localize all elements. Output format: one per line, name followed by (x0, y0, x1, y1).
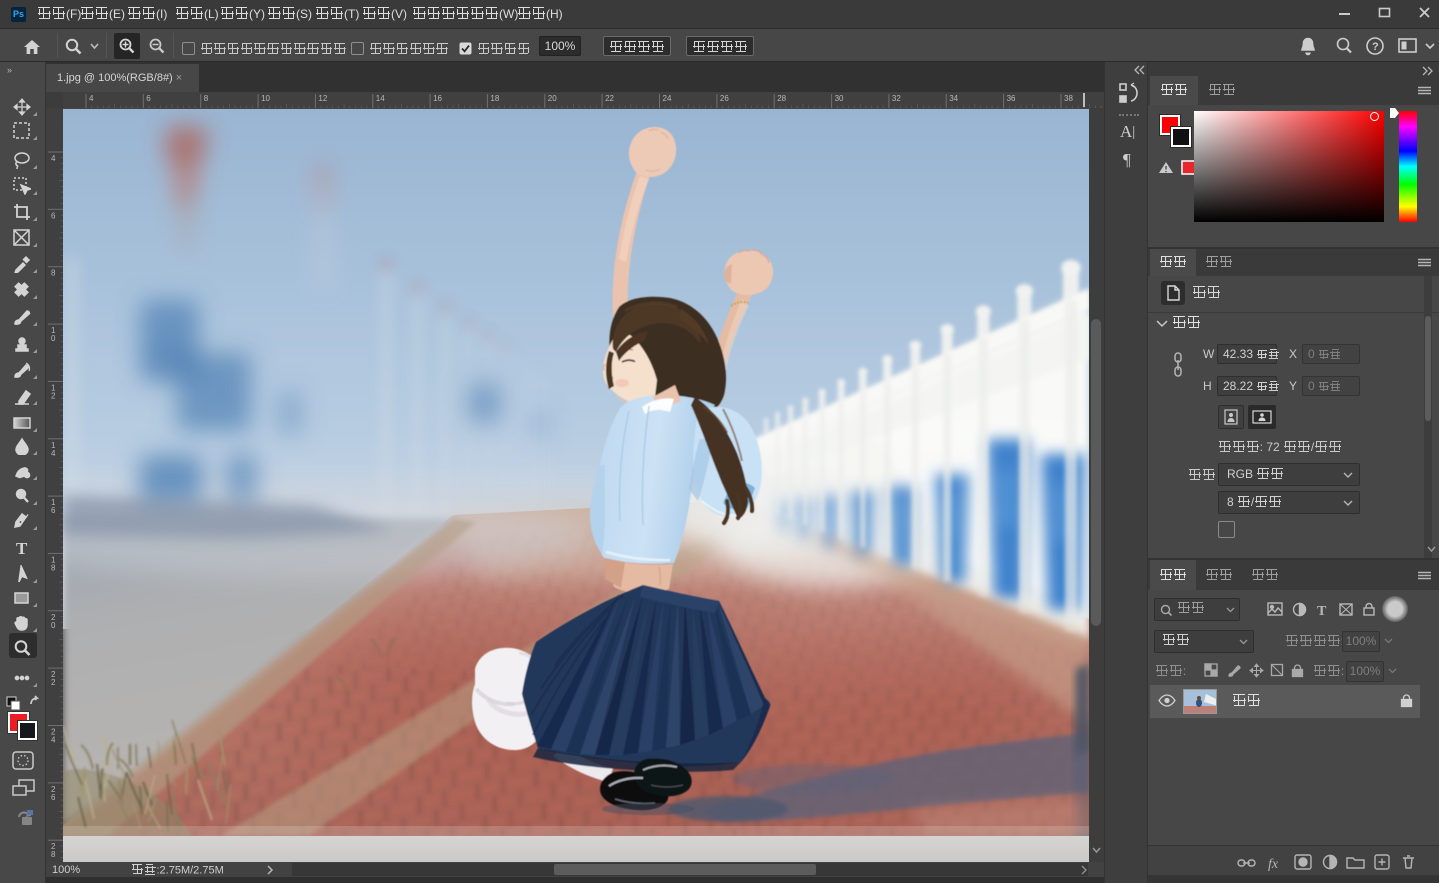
svg-text:16: 16 (433, 94, 442, 103)
svg-text:22: 22 (605, 94, 614, 103)
svg-text:6: 6 (146, 94, 151, 103)
svg-text:30: 30 (835, 94, 844, 103)
svg-text:8: 8 (51, 850, 56, 859)
svg-text:6: 6 (51, 793, 56, 802)
svg-text:20: 20 (548, 94, 557, 103)
svg-text:T: T (1317, 604, 1327, 617)
svg-text:28: 28 (777, 94, 786, 103)
svg-text:fx: fx (1268, 857, 1279, 871)
svg-text:8: 8 (204, 94, 209, 103)
svg-text:4: 4 (51, 154, 56, 163)
svg-text:10: 10 (261, 94, 270, 103)
svg-text:14: 14 (376, 94, 385, 103)
svg-text:0: 0 (51, 334, 56, 343)
svg-text:32: 32 (892, 94, 901, 103)
svg-text:6: 6 (51, 506, 56, 515)
svg-text:4: 4 (51, 736, 56, 745)
svg-text:2: 2 (51, 678, 56, 687)
svg-text:?: ? (1372, 41, 1379, 53)
svg-text:8: 8 (51, 269, 56, 278)
svg-text:38: 38 (1064, 94, 1073, 103)
svg-text:T: T (16, 539, 28, 557)
svg-text:4: 4 (89, 94, 94, 103)
svg-text:18: 18 (490, 94, 499, 103)
svg-text:34: 34 (949, 94, 958, 103)
svg-text:2: 2 (51, 391, 56, 400)
svg-text:26: 26 (720, 94, 729, 103)
svg-text:12: 12 (318, 94, 327, 103)
svg-text:0: 0 (51, 621, 56, 630)
svg-text:36: 36 (1007, 94, 1016, 103)
svg-text:24: 24 (663, 94, 672, 103)
svg-text:8: 8 (51, 563, 56, 572)
svg-text:6: 6 (51, 211, 56, 220)
svg-text:4: 4 (51, 449, 56, 458)
